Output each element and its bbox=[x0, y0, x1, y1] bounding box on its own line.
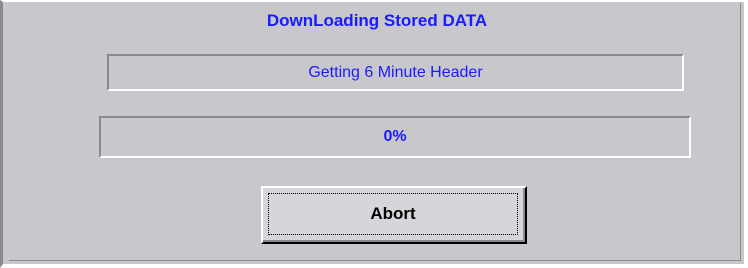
status-panel: Getting 6 Minute Header bbox=[107, 54, 684, 91]
status-text: Getting 6 Minute Header bbox=[308, 63, 483, 81]
progress-label: 0% bbox=[383, 128, 407, 145]
download-dialog: DownLoading Stored DATA Getting 6 Minute… bbox=[0, 0, 748, 268]
abort-button-label: Abort bbox=[268, 193, 518, 235]
abort-button[interactable]: Abort bbox=[261, 186, 527, 244]
dialog-title: DownLoading Stored DATA bbox=[266, 11, 488, 30]
progress-bar: 0% bbox=[99, 116, 691, 158]
